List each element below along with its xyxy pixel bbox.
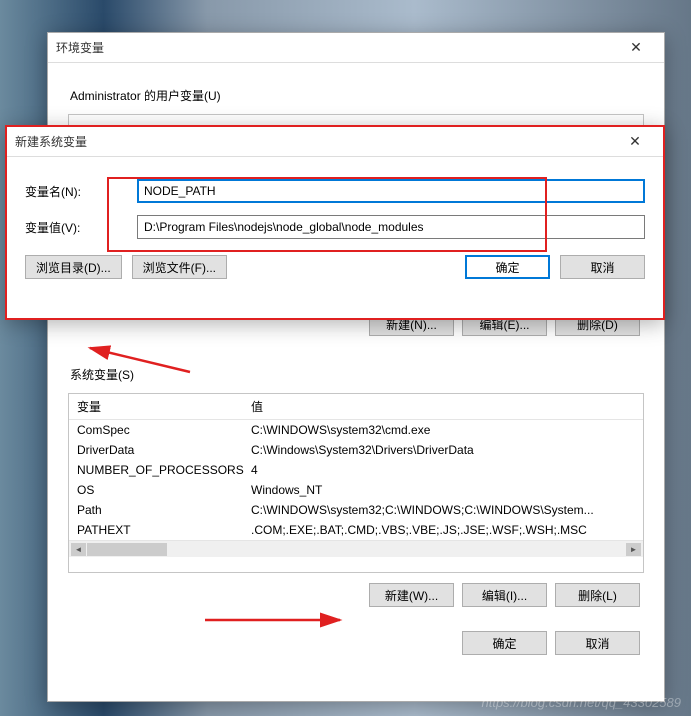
cell-var: OS: [77, 483, 251, 497]
new-titlebar[interactable]: 新建系统变量 ✕: [7, 127, 663, 157]
scroll-right-icon[interactable]: ►: [626, 543, 641, 556]
table-row[interactable]: PathC:\WINDOWS\system32;C:\WINDOWS;C:\WI…: [69, 500, 643, 520]
table-row[interactable]: PATHEXT.COM;.EXE;.BAT;.CMD;.VBS;.VBE;.JS…: [69, 520, 643, 540]
scroll-left-icon[interactable]: ◄: [71, 543, 86, 556]
value-row: 变量值(V):: [25, 215, 645, 239]
table-row[interactable]: DriverDataC:\Windows\System32\Drivers\Dr…: [69, 440, 643, 460]
system-vars-buttons: 新建(W)... 编辑(I)... 删除(L): [72, 583, 640, 607]
env-titlebar[interactable]: 环境变量 ✕: [48, 33, 664, 63]
cell-val: 4: [251, 463, 635, 477]
cancel-button[interactable]: 取消: [555, 631, 640, 655]
table-header: 变量 值: [69, 394, 643, 420]
table-row[interactable]: NUMBER_OF_PROCESSORS4: [69, 460, 643, 480]
new-body: 变量名(N): 变量值(V): 浏览目录(D)... 浏览文件(F)... 确定…: [7, 157, 663, 291]
cell-val: C:\WINDOWS\system32;C:\WINDOWS;C:\WINDOW…: [251, 503, 635, 517]
dialog-bottom-buttons: 确定 取消: [72, 631, 640, 655]
horizontal-scrollbar[interactable]: ◄ ►: [69, 540, 643, 557]
table-row[interactable]: ComSpecC:\WINDOWS\system32\cmd.exe: [69, 420, 643, 440]
cell-var: ComSpec: [77, 423, 251, 437]
col-value[interactable]: 值: [243, 394, 643, 419]
new-system-variable-dialog: 新建系统变量 ✕ 变量名(N): 变量值(V): 浏览目录(D)... 浏览文件…: [5, 125, 665, 320]
value-label: 变量值(V):: [25, 219, 137, 236]
cell-var: DriverData: [77, 443, 251, 457]
watermark: https://blog.csdn.net/qq_43302589: [482, 695, 682, 710]
sys-delete-button[interactable]: 删除(L): [555, 583, 640, 607]
new-dialog-button-row: 浏览目录(D)... 浏览文件(F)... 确定 取消: [25, 255, 645, 279]
browse-file-button[interactable]: 浏览文件(F)...: [132, 255, 227, 279]
new-ok-button[interactable]: 确定: [465, 255, 550, 279]
cell-val: .COM;.EXE;.BAT;.CMD;.VBS;.VBE;.JS;.JSE;.…: [251, 523, 635, 537]
scroll-thumb[interactable]: [87, 543, 167, 556]
new-cancel-button[interactable]: 取消: [560, 255, 645, 279]
system-vars-table[interactable]: 变量 值 ComSpecC:\WINDOWS\system32\cmd.exeD…: [68, 393, 644, 573]
cell-val: C:\WINDOWS\system32\cmd.exe: [251, 423, 635, 437]
cell-val: Windows_NT: [251, 483, 635, 497]
sys-edit-button[interactable]: 编辑(I)...: [462, 583, 547, 607]
table-row[interactable]: OSWindows_NT: [69, 480, 643, 500]
name-row: 变量名(N):: [25, 179, 645, 203]
cell-var: Path: [77, 503, 251, 517]
col-variable[interactable]: 变量: [69, 394, 243, 419]
spacer: [237, 255, 455, 279]
user-vars-label: Administrator 的用户变量(U): [70, 87, 644, 104]
system-vars-label: 系统变量(S): [70, 366, 644, 383]
new-title: 新建系统变量: [15, 133, 615, 150]
close-icon[interactable]: ✕: [616, 39, 656, 56]
close-icon[interactable]: ✕: [615, 133, 655, 150]
browse-directory-button[interactable]: 浏览目录(D)...: [25, 255, 122, 279]
ok-button[interactable]: 确定: [462, 631, 547, 655]
variable-name-input[interactable]: [137, 179, 645, 203]
variable-value-input[interactable]: [137, 215, 645, 239]
table-body: ComSpecC:\WINDOWS\system32\cmd.exeDriver…: [69, 420, 643, 540]
env-title: 环境变量: [56, 39, 616, 56]
system-vars-section: 系统变量(S) 变量 值 ComSpecC:\WINDOWS\system32\…: [68, 366, 644, 607]
name-label: 变量名(N):: [25, 183, 137, 200]
cell-val: C:\Windows\System32\Drivers\DriverData: [251, 443, 635, 457]
cell-var: PATHEXT: [77, 523, 251, 537]
cell-var: NUMBER_OF_PROCESSORS: [77, 463, 251, 477]
sys-new-button[interactable]: 新建(W)...: [369, 583, 454, 607]
